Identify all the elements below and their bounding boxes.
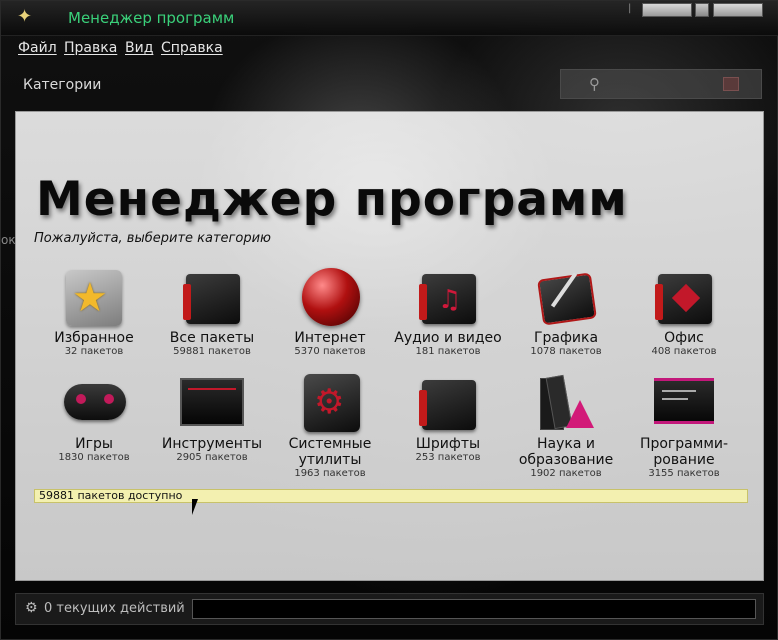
- menu-edit[interactable]: Правка: [64, 40, 117, 56]
- category-office[interactable]: Офис 408 пакетов: [626, 268, 742, 358]
- category-name: Офис: [664, 330, 704, 346]
- category-name: Все пакеты: [169, 330, 255, 346]
- category-tools[interactable]: Инструменты 2905 пакетов: [154, 374, 270, 464]
- menu-help[interactable]: Справка: [161, 40, 223, 56]
- category-count: 3155 пакетов: [648, 468, 720, 479]
- mouse-cursor: [192, 499, 204, 515]
- category-name: Инструменты: [161, 436, 263, 452]
- category-all-packages[interactable]: Все пакеты 59881 пакетов: [154, 268, 270, 358]
- actions-bar: ⚙ 0 текущих действий: [15, 593, 764, 625]
- globe-icon: [300, 268, 360, 328]
- star-icon: ✦: [17, 6, 33, 27]
- current-actions-label[interactable]: 0 текущих действий: [44, 601, 185, 616]
- search-input[interactable]: ⚲: [560, 69, 762, 99]
- music-icon: ♫: [418, 268, 478, 328]
- category-name: Аудио и видео: [394, 330, 502, 346]
- terminal-icon: [654, 374, 714, 434]
- page-title: Менеджер программ: [36, 172, 628, 227]
- page-subtitle: Пожалуйста, выберите категорию: [34, 231, 271, 246]
- category-name: Избранное: [54, 330, 134, 346]
- category-system-utilities[interactable]: ⚙ Системные утилиты 1963 пакетов: [272, 374, 388, 480]
- categories-breadcrumb[interactable]: Категории: [23, 77, 101, 93]
- category-count: 1078 пакетов: [530, 346, 602, 357]
- category-count: 1963 пакетов: [294, 468, 366, 479]
- category-science-education[interactable]: Наука и образование 1902 пакетов: [508, 374, 624, 480]
- package-box-icon: [182, 268, 242, 328]
- category-name: Шрифты: [415, 436, 481, 452]
- category-count: 1902 пакетов: [530, 468, 602, 479]
- font-box-icon: [418, 374, 478, 434]
- flask-icon: [536, 374, 596, 434]
- app-window: ✦ Менеджер программ | Файл Правка Вид Сп…: [0, 0, 778, 640]
- category-count: 5370 пакетов: [294, 346, 366, 357]
- category-internet[interactable]: Интернет 5370 пакетов: [272, 268, 388, 358]
- category-count: 408 пакетов: [651, 346, 717, 357]
- category-favorites[interactable]: ★ Избранное 32 пакетов: [36, 268, 152, 358]
- menu-file[interactable]: Файл: [18, 40, 57, 56]
- category-name: Игры: [75, 436, 113, 452]
- category-panel: Менеджер программ Пожалуйста, выберите к…: [15, 111, 764, 581]
- category-name: Программи-рование: [639, 436, 729, 468]
- category-count: 2905 пакетов: [176, 452, 248, 463]
- category-audio-video[interactable]: ♫ Аудио и видео 181 пакетов: [390, 268, 506, 358]
- gear-icon: ⚙: [25, 600, 38, 616]
- star-icon: ★: [64, 268, 124, 328]
- menu-view[interactable]: Вид: [125, 40, 153, 56]
- search-icon: ⚲: [589, 75, 600, 93]
- category-name: Графика: [533, 330, 599, 346]
- category-count: 181 пакетов: [415, 346, 481, 357]
- category-name: Системные утилиты: [288, 436, 372, 468]
- category-name: Интернет: [294, 330, 366, 346]
- graphics-tablet-icon: [536, 268, 597, 328]
- packages-status: 59881 пакетов доступно: [34, 489, 748, 503]
- category-programming[interactable]: Программи-рование 3155 пакетов: [626, 374, 742, 480]
- office-icon: [654, 268, 714, 328]
- category-count: 1830 пакетов: [58, 452, 130, 463]
- category-fonts[interactable]: Шрифты 253 пакетов: [390, 374, 506, 464]
- title-bar[interactable]: ✦ Менеджер программ |: [1, 1, 778, 36]
- title-separator: |: [628, 3, 632, 14]
- progress-bar: [192, 599, 756, 619]
- background-text-fragment: ок: [1, 233, 16, 247]
- category-count: 32 пакетов: [64, 346, 124, 357]
- gear-icon: ⚙: [300, 374, 360, 434]
- category-count: 253 пакетов: [415, 452, 481, 463]
- monitor-icon: [180, 374, 244, 434]
- category-games[interactable]: Игры 1830 пакетов: [36, 374, 152, 464]
- clear-icon[interactable]: [723, 77, 739, 91]
- close-button[interactable]: [713, 3, 763, 17]
- minimize-button[interactable]: [642, 3, 692, 17]
- category-name: Наука и образование: [518, 436, 614, 468]
- menu-bar: Файл Правка Вид Справка: [1, 35, 778, 61]
- gamepad-icon: [64, 374, 126, 434]
- maximize-button[interactable]: [695, 3, 709, 17]
- window-title: Менеджер программ: [68, 9, 235, 27]
- category-count: 59881 пакетов: [173, 346, 251, 357]
- category-graphics[interactable]: Графика 1078 пакетов: [508, 268, 624, 358]
